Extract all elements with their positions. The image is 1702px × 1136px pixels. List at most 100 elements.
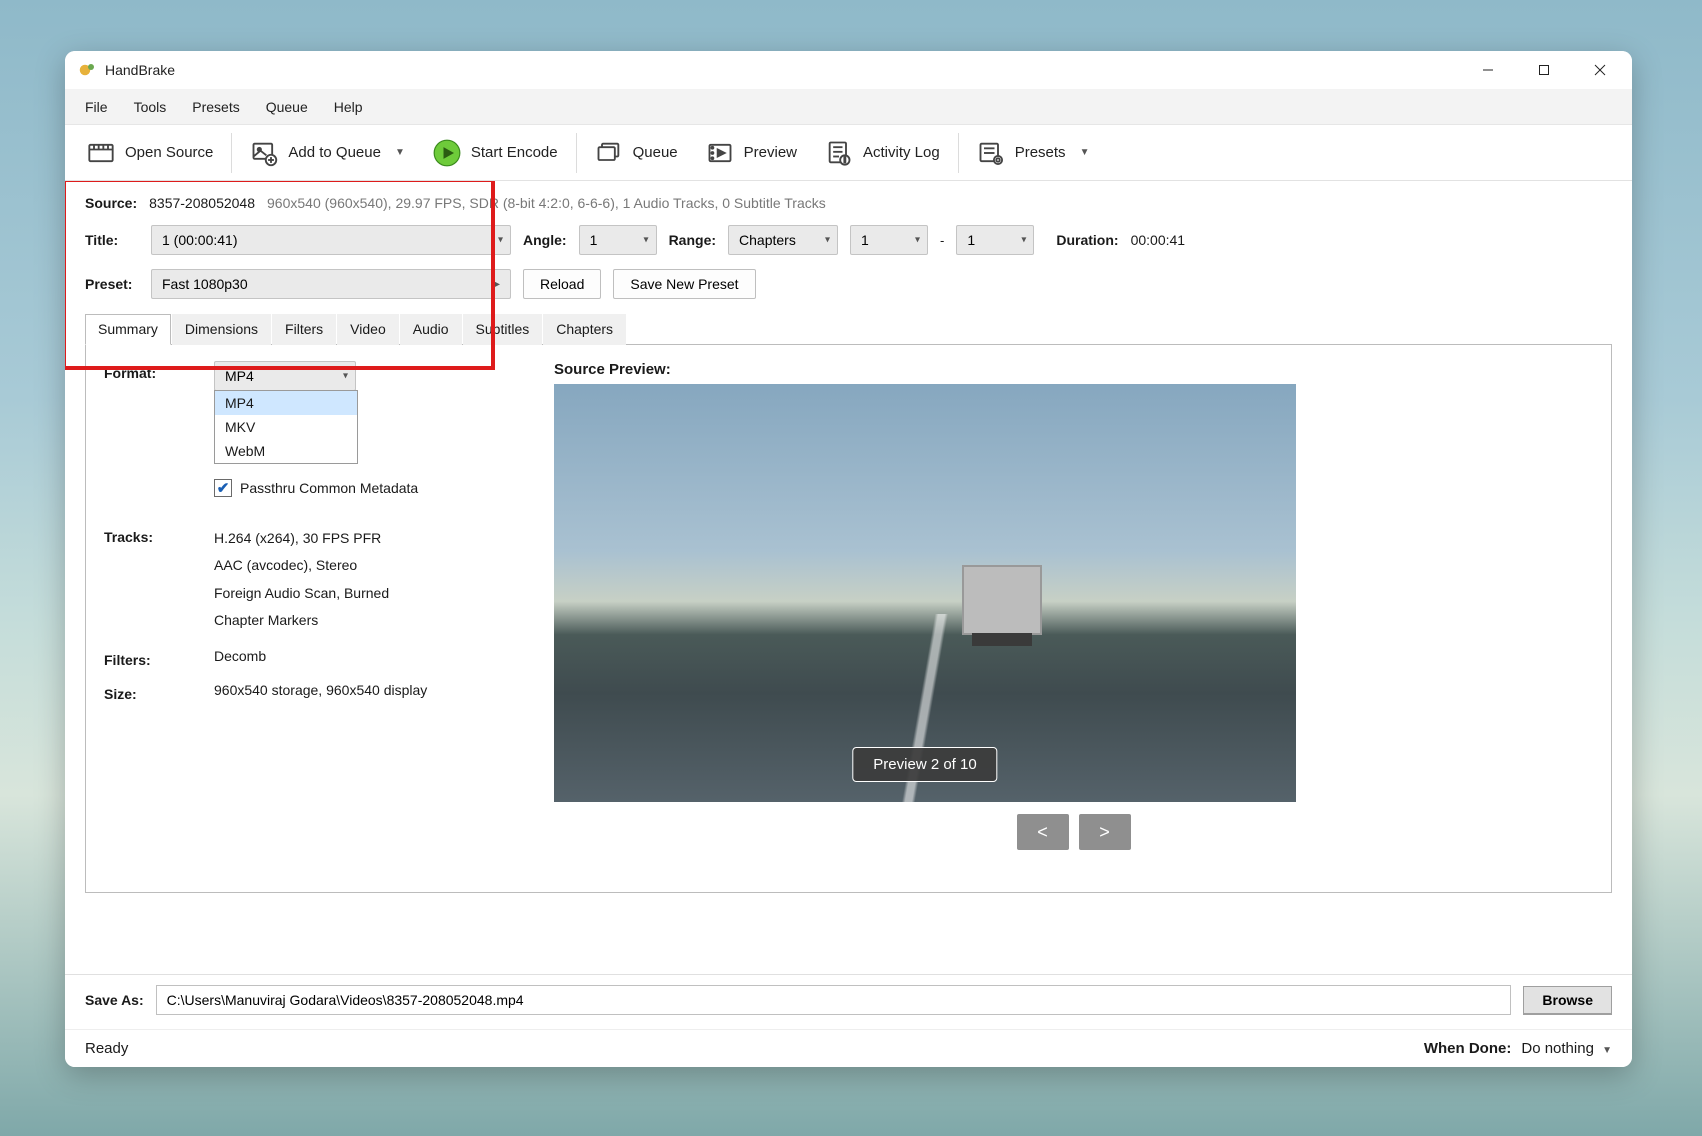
- size-label: Size:: [104, 682, 184, 702]
- save-as-label: Save As:: [85, 992, 144, 1008]
- duration-value: 00:00:41: [1131, 232, 1186, 248]
- range-from-select[interactable]: 1: [850, 225, 928, 255]
- duration-label: Duration:: [1056, 232, 1118, 248]
- open-source-button[interactable]: Open Source: [73, 133, 227, 173]
- activity-log-button[interactable]: i Activity Log: [811, 133, 954, 173]
- tab-video[interactable]: Video: [337, 314, 399, 345]
- reload-button[interactable]: Reload: [523, 269, 601, 299]
- menu-help[interactable]: Help: [322, 93, 375, 121]
- minimize-button[interactable]: [1460, 51, 1516, 89]
- tab-summary[interactable]: Summary: [85, 314, 171, 345]
- preview-decoration: [962, 565, 1042, 635]
- menu-presets[interactable]: Presets: [180, 93, 251, 121]
- activity-log-label: Activity Log: [863, 144, 940, 161]
- passthru-label: Passthru Common Metadata: [240, 480, 418, 496]
- source-preview-heading: Source Preview:: [554, 361, 1593, 378]
- passthru-checkbox[interactable]: ✔ Passthru Common Metadata: [214, 479, 524, 497]
- title-label: Title:: [85, 232, 139, 248]
- toolbar-separator: [958, 133, 959, 173]
- queue-label: Queue: [633, 144, 678, 161]
- range-dash: -: [940, 233, 944, 248]
- when-done-label: When Done:: [1424, 1040, 1512, 1057]
- preset-select[interactable]: Fast 1080p30: [151, 269, 511, 299]
- preview-button[interactable]: Preview: [692, 133, 811, 173]
- status-text: Ready: [85, 1040, 128, 1057]
- tab-chapters[interactable]: Chapters: [543, 314, 626, 345]
- log-icon: i: [825, 139, 853, 167]
- toolbar: Open Source Add to Queue ▼ Start Encode …: [65, 125, 1632, 181]
- format-option-mp4[interactable]: MP4: [215, 391, 357, 415]
- tab-subtitles[interactable]: Subtitles: [463, 314, 543, 345]
- preview-counter: Preview 2 of 10: [852, 747, 997, 782]
- size-value: 960x540 storage, 960x540 display: [214, 682, 524, 702]
- titlebar: HandBrake: [65, 51, 1632, 89]
- presets-icon: [977, 139, 1005, 167]
- source-label: Source:: [85, 195, 137, 211]
- range-label: Range:: [669, 232, 716, 248]
- format-label: Format:: [104, 361, 184, 497]
- queue-button[interactable]: Queue: [581, 133, 692, 173]
- source-name: 8357-208052048: [149, 195, 255, 211]
- checkbox-icon: ✔: [214, 479, 232, 497]
- track-foreign: Foreign Audio Scan, Burned: [214, 580, 524, 607]
- toolbar-separator: [231, 133, 232, 173]
- start-encode-button[interactable]: Start Encode: [419, 133, 572, 173]
- filters-value: Decomb: [214, 648, 524, 668]
- toolbar-separator: [576, 133, 577, 173]
- title-select[interactable]: 1 (00:00:41): [151, 225, 511, 255]
- window-controls: [1460, 51, 1628, 89]
- app-title: HandBrake: [105, 62, 175, 78]
- content-area: Source: 8357-208052048 960x540 (960x540)…: [65, 181, 1632, 974]
- format-option-mkv[interactable]: MKV: [215, 415, 357, 439]
- tab-dimensions[interactable]: Dimensions: [172, 314, 271, 345]
- add-to-queue-button[interactable]: Add to Queue ▼: [236, 133, 418, 173]
- track-video: H.264 (x264), 30 FPS PFR: [214, 525, 524, 552]
- svg-text:i: i: [844, 157, 846, 164]
- source-info: 960x540 (960x540), 29.97 FPS, SDR (8-bit…: [267, 195, 826, 211]
- preview-next-button[interactable]: >: [1079, 814, 1131, 850]
- preset-label: Preset:: [85, 276, 139, 292]
- open-source-label: Open Source: [125, 144, 213, 161]
- preview-icon: [706, 139, 734, 167]
- menu-tools[interactable]: Tools: [122, 93, 179, 121]
- format-select[interactable]: MP4: [214, 361, 356, 391]
- menu-file[interactable]: File: [73, 93, 120, 121]
- statusbar: Ready When Done: Do nothing ▼: [65, 1029, 1632, 1067]
- tab-audio[interactable]: Audio: [400, 314, 462, 345]
- save-new-preset-button[interactable]: Save New Preset: [613, 269, 755, 299]
- film-icon: [87, 139, 115, 167]
- add-to-queue-label: Add to Queue: [288, 144, 381, 161]
- angle-select[interactable]: 1: [579, 225, 657, 255]
- maximize-button[interactable]: [1516, 51, 1572, 89]
- format-dropdown: MP4 MKV WebM: [214, 390, 358, 464]
- preview-prev-button[interactable]: <: [1017, 814, 1069, 850]
- image-plus-icon: [250, 139, 278, 167]
- play-icon: [433, 139, 461, 167]
- stack-icon: [595, 139, 623, 167]
- tabs: Summary Dimensions Filters Video Audio S…: [85, 313, 1612, 345]
- browse-button[interactable]: Browse: [1523, 986, 1612, 1015]
- menu-queue[interactable]: Queue: [254, 93, 320, 121]
- tab-filters[interactable]: Filters: [272, 314, 336, 345]
- range-type-select[interactable]: Chapters: [728, 225, 838, 255]
- app-icon: [79, 61, 97, 79]
- preview-label: Preview: [744, 144, 797, 161]
- range-to-select[interactable]: 1: [956, 225, 1034, 255]
- start-encode-label: Start Encode: [471, 144, 558, 161]
- save-as-input[interactable]: [156, 985, 1512, 1015]
- app-window: HandBrake File Tools Presets Queue Help …: [65, 51, 1632, 1067]
- format-option-webm[interactable]: WebM: [215, 439, 357, 463]
- presets-button[interactable]: Presets ▼: [963, 133, 1104, 173]
- source-preview-image: Preview 2 of 10: [554, 384, 1296, 802]
- angle-label: Angle:: [523, 232, 567, 248]
- tracks-label: Tracks:: [104, 525, 184, 634]
- filters-label: Filters:: [104, 648, 184, 668]
- chevron-down-icon: ▼: [1602, 1045, 1612, 1056]
- when-done-select[interactable]: Do nothing ▼: [1521, 1040, 1612, 1057]
- close-button[interactable]: [1572, 51, 1628, 89]
- track-audio: AAC (avcodec), Stereo: [214, 552, 524, 579]
- summary-pane: Format: MP4 MP4 MKV WebM ✔ Pas: [85, 345, 1612, 893]
- chevron-down-icon: ▼: [395, 147, 405, 158]
- presets-label: Presets: [1015, 144, 1066, 161]
- track-chapters: Chapter Markers: [214, 607, 524, 634]
